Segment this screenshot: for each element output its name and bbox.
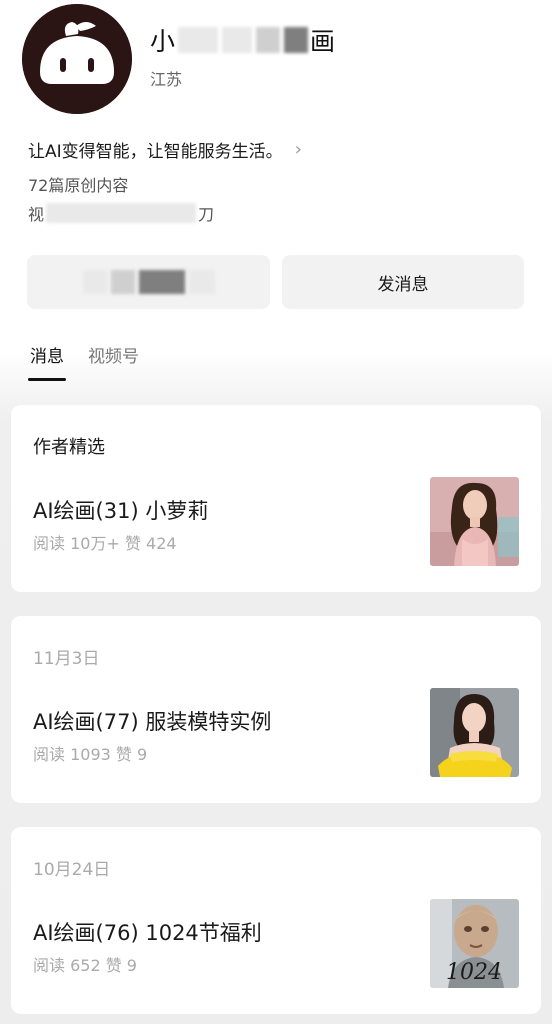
redacted-block [82,270,107,294]
follow-button[interactable] [27,255,270,309]
article-meta: 阅读 10万+ 赞 424 [33,534,177,553]
profile-name: 小 画 [150,22,336,58]
article-thumbnail[interactable]: 1024 [430,899,519,988]
redacted-block [188,270,215,294]
profile-location: 江苏 [150,70,183,89]
profile-extra-start: 视 [28,205,45,224]
profile-extra-end: 刀 [198,205,215,224]
article-title[interactable]: AI绘画(77) 服装模特实例 [33,706,271,736]
redacted-block [178,27,219,53]
post-date: 10月24日 [33,860,111,880]
portrait-old-man-1024-icon: 1024 [430,899,519,988]
redacted-block [46,203,197,223]
profile-bio-text: 让AI变得智能，让智能服务生活。 [28,142,283,162]
thumb-1024-text: 1024 [446,960,502,985]
portrait-model-yellow-icon [430,688,519,777]
featured-header: 作者精选 [33,437,105,458]
avatar[interactable] [22,4,132,114]
tab-channels[interactable]: 视频号 [88,342,139,375]
android-logo-icon [22,4,132,114]
profile-bio[interactable]: 让AI变得智能，让智能服务生活。 › [28,137,302,162]
featured-card: 作者精选 AI绘画(31) 小萝莉 阅读 10万+ 赞 424 [11,405,541,592]
portrait-girl-pink-icon [430,477,519,566]
article-thumbnail[interactable] [430,688,519,777]
article-meta: 阅读 652 赞 9 [33,956,137,975]
tab-messages[interactable]: 消息 [28,342,66,381]
article-meta: 阅读 1093 赞 9 [33,745,148,764]
send-message-button[interactable]: 发消息 [282,255,524,309]
redacted-block [138,270,185,294]
tab-bar: 消息 视频号 [28,342,139,381]
article-title[interactable]: AI绘画(31) 小萝莉 [33,495,208,525]
redacted-block [284,27,309,53]
profile-name-start: 小 [150,27,177,56]
article-title[interactable]: AI绘画(76) 1024节福利 [33,917,262,947]
post-date: 11月3日 [33,649,100,669]
chevron-right-icon: › [294,139,302,160]
original-count: 72篇原创内容 [28,176,129,195]
redacted-block [110,270,135,294]
redacted-block [256,27,281,53]
redacted-block [222,27,253,53]
article-thumbnail[interactable] [430,477,519,566]
profile-name-end: 画 [310,27,337,56]
profile-extra-row: 视 刀 [28,201,214,225]
post-card: 11月3日 AI绘画(77) 服装模特实例 阅读 1093 赞 9 [11,616,541,803]
post-card: 10月24日 AI绘画(76) 1024节福利 阅读 652 赞 9 1024 [11,827,541,1014]
